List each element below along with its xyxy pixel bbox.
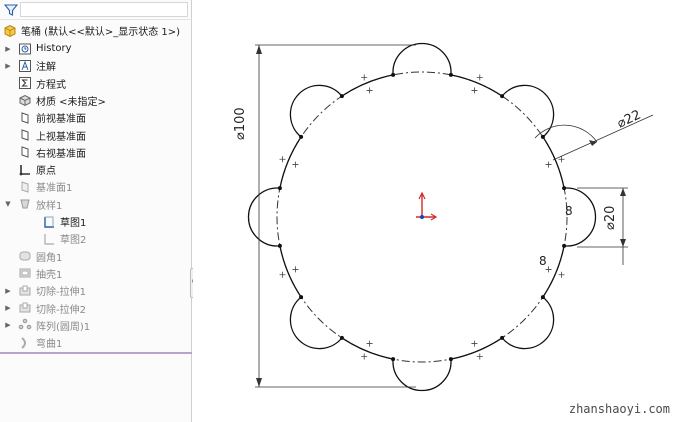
tree-item-label: 阵列(圆周)1: [36, 321, 91, 333]
dimension-diameter-20[interactable]: ⌀20: [603, 206, 618, 230]
expand-toggle-icon[interactable]: ▶: [3, 45, 13, 53]
center-mark-icon: [476, 353, 483, 360]
tree-item[interactable]: 材质 <未指定>: [0, 92, 192, 109]
circular-pattern-icon: [18, 318, 32, 332]
flex-icon: [18, 336, 32, 350]
tree-filter-input[interactable]: [20, 2, 188, 17]
center-mark-icon: [292, 266, 299, 273]
tree-item-label: 材质 <未指定>: [36, 96, 106, 108]
tree-item-label: 前视基准面: [36, 114, 86, 126]
center-mark-icon: [361, 74, 368, 81]
center-mark-icon: [471, 87, 478, 94]
tree-item-label: 切除-拉伸1: [36, 287, 86, 299]
center-mark-icon: [545, 161, 552, 168]
material-icon: [18, 93, 32, 107]
tree-item[interactable]: 草图1: [0, 213, 192, 230]
tree-item[interactable]: 前视基准面: [0, 109, 192, 126]
tree-item[interactable]: ▶ 切除-拉伸1: [0, 282, 192, 299]
tree-root-part[interactable]: 笔桶 (默认<<默认>_显示状态 1>): [0, 22, 192, 39]
tree-item[interactable]: 弯曲1: [0, 334, 192, 351]
tree-item[interactable]: 基准面1: [0, 178, 192, 195]
center-mark-icon: [366, 340, 373, 347]
tree-item-label: 放样1: [36, 200, 63, 212]
tree-item[interactable]: ▶ History: [0, 40, 192, 57]
tree-item[interactable]: 抽壳1: [0, 265, 192, 282]
relation-label[interactable]: 8: [565, 204, 573, 218]
loft-icon: [18, 197, 32, 211]
tree-item-label: History: [36, 43, 72, 54]
tree-item-label: 圆角1: [36, 252, 63, 264]
tree-item-label: 草图1: [60, 218, 87, 229]
sketch-icon: [42, 232, 56, 246]
center-mark-icon: [292, 161, 299, 168]
extension-line: [255, 44, 416, 388]
plane-icon: [18, 128, 32, 142]
center-mark-icon: [366, 87, 373, 94]
extrude-cut-icon: [18, 284, 32, 298]
tree-item[interactable]: ▼ 放样1: [0, 196, 192, 213]
center-mark-icon: [476, 74, 483, 81]
center-mark-icon: [471, 340, 478, 347]
relation-label[interactable]: 8: [539, 254, 547, 268]
center-mark-icon: [279, 156, 286, 163]
extrude-cut-icon: [18, 301, 32, 315]
feature-manager-tree: 笔桶 (默认<<默认>_显示状态 1>) ▶ History ▶ 注解方程式材质 <未…: [0, 0, 192, 422]
tree-root-label: 笔桶 (默认<<默认>_显示状态 1>): [21, 27, 181, 38]
center-mark-icon: [558, 271, 565, 278]
tree-item[interactable]: 右视基准面: [0, 144, 192, 161]
tree-item[interactable]: ▶ 注解: [0, 57, 192, 74]
tree-item[interactable]: ▶ 切除-拉伸2: [0, 300, 192, 317]
sketch-geometry: [247, 42, 654, 392]
graphics-viewport[interactable]: ⌀100 ⌀22 ⌀20 8 8: [193, 0, 680, 422]
dimension-diameter-100[interactable]: ⌀100: [233, 107, 248, 140]
expand-toggle-icon[interactable]: ▶: [3, 62, 13, 70]
tree-item-label: 方程式: [36, 79, 66, 91]
origin-point-icon: [420, 215, 424, 219]
center-mark-icon: [361, 353, 368, 360]
tree-item[interactable]: ▶ 阵列(圆周)1: [0, 317, 192, 334]
shell-icon: [18, 266, 32, 280]
filter-icon[interactable]: [4, 3, 18, 17]
tree-item-label: 上视基准面: [36, 131, 86, 143]
expand-toggle-icon[interactable]: ▶: [3, 304, 13, 312]
tree-item-label: 原点: [36, 166, 56, 178]
tree-item[interactable]: 草图2: [0, 230, 192, 247]
tree-item[interactable]: 上视基准面: [0, 127, 192, 144]
tree-item-label: 弯曲1: [36, 339, 63, 351]
expand-toggle-icon[interactable]: ▼: [3, 200, 13, 208]
tree-item-label: 注解: [36, 62, 56, 74]
plane-icon: [18, 145, 32, 159]
plane-icon: [18, 111, 32, 125]
tree-item[interactable]: 圆角1: [0, 248, 192, 265]
tree-item-label: 切除-拉伸2: [36, 304, 86, 316]
tree-item[interactable]: 原点: [0, 161, 192, 178]
equation-icon: [18, 76, 32, 90]
history-icon: [18, 42, 32, 56]
rollback-bar[interactable]: [0, 352, 192, 354]
origin-icon: [18, 163, 32, 177]
tree-item-label: 草图2: [60, 235, 87, 247]
tree-item-label: 基准面1: [36, 183, 73, 195]
tree-item-label: 右视基准面: [36, 148, 86, 160]
part-icon: [3, 24, 17, 38]
sketch-icon: [42, 215, 56, 229]
center-mark-icon: [279, 271, 286, 278]
fillet-icon: [18, 249, 32, 263]
expand-toggle-icon[interactable]: ▶: [3, 287, 13, 295]
annotation-icon: [18, 59, 32, 73]
plane-icon: [18, 180, 32, 194]
tree-item-label: 抽壳1: [36, 269, 63, 281]
tree-filter-bar: [0, 0, 192, 20]
tree-item[interactable]: 方程式: [0, 75, 192, 92]
expand-toggle-icon[interactable]: ▶: [3, 321, 13, 329]
watermark-text: zhanshaoyi.com: [568, 402, 670, 416]
